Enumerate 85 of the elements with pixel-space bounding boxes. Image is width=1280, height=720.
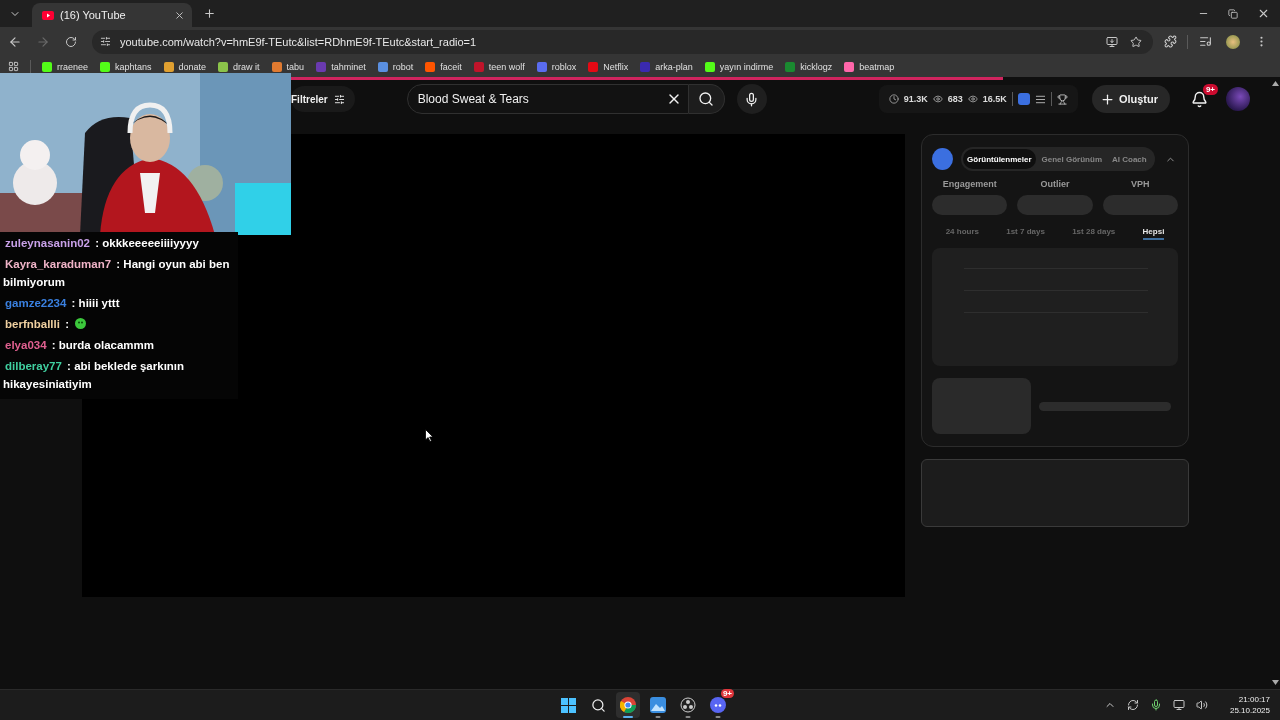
view-tab[interactable]: AI Coach [1108,149,1151,169]
scroll-up-icon[interactable] [1271,81,1279,86]
back-arrow-icon [8,34,22,49]
bookmark[interactable]: roblox [535,61,578,72]
chat-message: Kayra_karaduman7 : Hangi oyun abi ben bilmiyorum [3,257,231,290]
metric-label: Outlier [1040,179,1070,189]
bookmark[interactable]: faceit [424,61,463,72]
chat-message: zuleynasanin02 : okkkeeeeeiiiiyyyy [4,236,200,251]
address-bar[interactable]: youtube.com/watch?v=hmE9f-TEutc&list=RDhmE9f-TEutc&start_radio=1 [92,29,1153,54]
bookmark[interactable]: yayın indirme [703,61,775,72]
windows-logo-icon [560,697,576,713]
chat-message: dilberay77 : abi beklede şarkının hikayesiniatiyim [3,359,186,392]
sliders-icon [333,93,345,105]
bookmark[interactable]: robot [376,61,415,72]
iq-logo-icon [932,148,954,170]
plus-icon [202,7,216,20]
youtube-favicon-icon [42,10,54,20]
apps-button[interactable] [6,59,20,74]
view-tab[interactable]: Görüntülenmeler [963,149,1036,169]
network-icon [1172,699,1185,711]
mouse-cursor-icon [425,429,434,442]
metric-label: VPH [1131,179,1150,189]
obs-icon [680,697,696,713]
iq-logo-icon[interactable] [1017,93,1030,105]
bell-icon [1190,90,1208,108]
bookmark[interactable]: tabu [270,61,306,72]
install-app-icon [1106,35,1118,48]
emote-icon [75,318,86,329]
eye-icon [967,94,978,104]
view-tab[interactable]: Genel Görünüm [1037,149,1106,169]
star-icon [1130,35,1142,48]
bookmark[interactable]: draw it [217,61,261,72]
clock-time: 21:00:17 [1238,694,1270,705]
bookmark[interactable]: tahminet [315,61,367,72]
channel-avatar[interactable] [1226,87,1250,111]
reload-icon [65,35,77,48]
microphone-icon [1149,699,1162,711]
search-icon [698,91,715,107]
chat-message: gamze2234 : hiiii yttt [4,296,121,311]
search-button[interactable] [688,84,725,114]
photos-icon [650,697,666,713]
plus-icon [1099,91,1115,107]
chat-message: berfnballli : [3,315,235,333]
stat-value: 16.5K [982,94,1007,104]
voice-search-button[interactable] [736,84,767,114]
stat-value: 683 [947,94,963,104]
taskbar-app[interactable] [616,692,640,718]
clock-icon [888,94,899,104]
create-button[interactable]: Oluştur [1091,85,1170,113]
eye-icon [932,94,943,104]
bookmark[interactable]: kicklogz [784,61,834,72]
music-list-icon [1198,35,1212,48]
profile-avatar-icon [1226,34,1240,49]
app-badge: 9+ [720,689,734,698]
restore-icon [1228,8,1238,19]
chat-message: elya034 : burda olacammm [4,338,156,353]
sync-icon [1126,699,1139,711]
period-tab[interactable]: Hepsi [1142,227,1165,240]
discord-icon [710,697,726,713]
close-icon [173,9,185,21]
trophy-icon[interactable] [1056,93,1068,105]
grid-icon [7,61,19,72]
bookmark[interactable]: kaphtans [99,61,153,72]
scroll-down-icon[interactable] [1271,680,1279,685]
metric-label: Engagement [942,179,997,189]
search-field[interactable]: Blood Sweat & Tears [406,84,689,114]
bookmark[interactable]: rraenee [41,61,90,72]
bookmark[interactable]: Netflix [587,61,630,72]
stat-value: 91.3K [903,94,928,104]
list-icon[interactable] [1034,93,1046,105]
bookmark[interactable]: donate [162,61,208,72]
bookmark[interactable]: arka-plan [639,61,694,72]
forward-arrow-icon [36,34,50,49]
notification-badge: 9+ [1202,84,1218,95]
filters-button[interactable]: Filtreler [291,86,355,112]
browser-tab[interactable]: (16) YouTube [32,3,192,27]
bookmark[interactable]: beatmap [843,61,896,72]
microphone-icon [744,91,760,107]
clock-date: 25.10.2025 [1229,705,1270,716]
search-icon [590,697,606,713]
bookmark[interactable]: teen wolf [472,61,526,72]
puzzle-icon [1163,35,1177,48]
sliders-icon [99,36,111,47]
volume-icon [1195,699,1208,711]
chrome-icon [620,697,636,713]
